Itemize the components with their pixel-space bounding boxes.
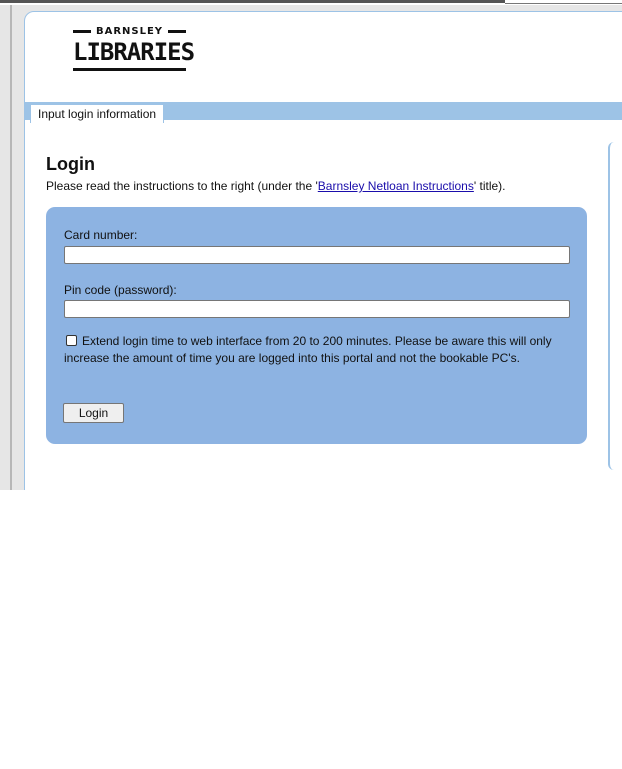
tab-input-login-information[interactable]: Input login information — [30, 104, 165, 123]
instructions-suffix: ' title). — [473, 179, 506, 193]
extend-login-checkbox[interactable] — [66, 335, 77, 347]
extend-login-option: Extend login time to web interface from … — [64, 333, 564, 367]
login-form-box — [46, 207, 587, 444]
logo-dash-right — [168, 30, 186, 33]
right-panel-edge — [608, 142, 614, 470]
pin-code-input[interactable] — [64, 300, 570, 318]
pin-code-label: Pin code (password): — [64, 283, 177, 297]
logo-underline — [73, 68, 186, 71]
instructions-prefix: Please read the instructions to the righ… — [46, 179, 318, 193]
left-rail — [10, 5, 12, 490]
barnsley-libraries-logo: BARNSLEY LIBRARIES — [73, 26, 195, 78]
card-number-label: Card number: — [64, 228, 138, 242]
top-thin-line — [505, 3, 622, 4]
logo-dash-left — [73, 30, 91, 33]
login-title: Login — [46, 154, 95, 174]
top-dark-bar — [0, 0, 505, 3]
login-instructions: Please read the instructions to the righ… — [46, 179, 506, 193]
card-number-input[interactable] — [64, 246, 570, 264]
extend-login-label: Extend login time to web interface from … — [64, 334, 552, 365]
logo-small-text: BARNSLEY — [95, 26, 164, 37]
logo-top-row: BARNSLEY — [73, 26, 186, 37]
login-button[interactable]: Login — [63, 403, 124, 423]
netloan-instructions-link[interactable]: Barnsley Netloan Instructions — [318, 179, 474, 193]
logo-main-text: LIBRARIES — [73, 38, 195, 66]
